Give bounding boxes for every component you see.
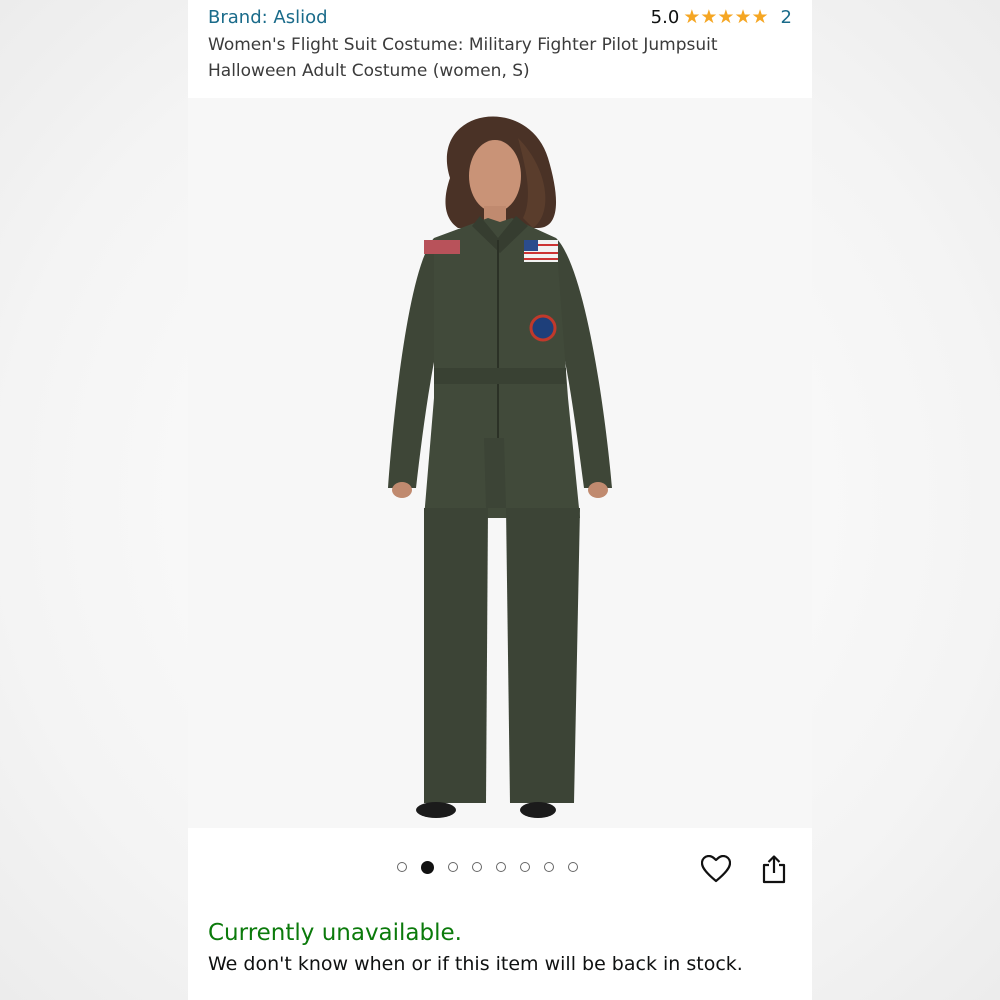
star-icon: ★ <box>734 6 752 28</box>
pager-dot[interactable] <box>397 862 407 872</box>
product-title: Women's Flight Suit Costume: Military Fi… <box>208 32 788 84</box>
star-icon: ★ <box>700 6 718 28</box>
rating-count[interactable]: 2 <box>781 7 792 28</box>
pager-dot[interactable] <box>496 862 506 872</box>
star-rating: ★ ★ ★ ★ ★ <box>683 8 768 27</box>
product-card: Brand: Asliod 5.0 ★ ★ ★ ★ ★ 2 Women's Flight… <box>188 0 812 1000</box>
star-icon: ★ <box>717 6 735 28</box>
heart-icon[interactable] <box>699 852 733 886</box>
rating-score: 5.0 <box>650 7 680 28</box>
jumpsuit-illustration <box>388 116 612 818</box>
product-footer: Currently unavailable. We don't know whe… <box>188 828 812 1000</box>
pager-dot[interactable] <box>421 861 434 874</box>
pager-dot[interactable] <box>520 862 530 872</box>
product-image[interactable] <box>188 98 812 828</box>
image-pager[interactable] <box>397 861 578 874</box>
product-title-line-2: Halloween Adult Costume (women, S) <box>208 61 530 81</box>
availability-message: We don't know when or if this item will … <box>208 953 743 975</box>
brand-link[interactable]: Brand: Asliod <box>208 7 328 28</box>
availability-status: Currently unavailable. <box>208 920 462 946</box>
star-icon: ★ <box>751 6 769 28</box>
share-icon[interactable] <box>757 852 791 886</box>
pager-dot[interactable] <box>448 862 458 872</box>
star-icon: ★ <box>683 6 701 28</box>
pager-dot[interactable] <box>472 862 482 872</box>
rating-summary[interactable]: 5.0 ★ ★ ★ ★ ★ 2 <box>651 7 792 28</box>
pager-dot[interactable] <box>568 862 578 872</box>
product-title-line-1: Women's Flight Suit Costume: Military Fi… <box>208 35 718 55</box>
pager-dot[interactable] <box>544 862 554 872</box>
product-header: Brand: Asliod 5.0 ★ ★ ★ ★ ★ 2 Women's Flight… <box>188 0 812 98</box>
